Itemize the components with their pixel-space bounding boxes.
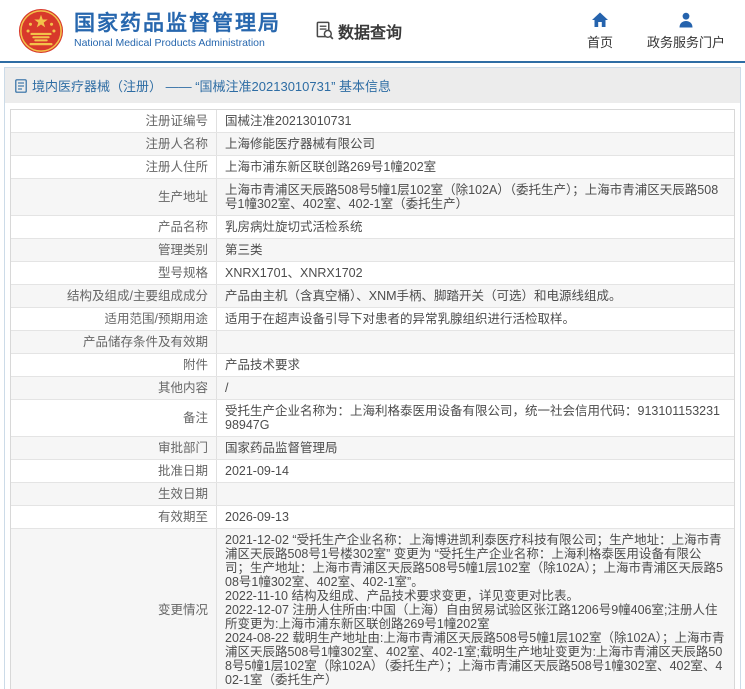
row-value: 上海修能医疗器械有限公司 [216, 133, 734, 155]
row-label: 产品名称 [11, 216, 216, 238]
row-value: 国械注准20213010731 [216, 110, 734, 132]
user-icon [677, 11, 695, 29]
row-label: 审批部门 [11, 437, 216, 459]
row-value: 产品技术要求 [216, 354, 734, 376]
row-value: 上海市浦东新区联创路269号1幢202室 [216, 156, 734, 178]
row-label: 结构及组成/主要组成成分 [11, 285, 216, 307]
breadcrumb-text: 境内医疗器械（注册） —— “国械注准20213010731” 基本信息 [32, 76, 391, 95]
row-label: 产品储存条件及有效期 [11, 331, 216, 353]
agency-title-block: 国家药品监督管理局 National Medical Products Admi… [74, 12, 281, 50]
table-row: 结构及组成/主要组成成分产品由主机（含真空桶）、XNM手柄、脚踏开关（可选）和电… [11, 285, 734, 308]
nav-portal-label: 政务服务门户 [647, 32, 725, 51]
table-row: 产品名称乳房病灶旋切式活检系统 [11, 216, 734, 239]
national-emblem-logo [18, 8, 64, 54]
row-value: XNRX1701、XNRX1702 [216, 262, 734, 284]
row-value: 乳房病灶旋切式活检系统 [216, 216, 734, 238]
content-panel: 境内医疗器械（注册） —— “国械注准20213010731” 基本信息 注册证… [4, 67, 741, 689]
nav-portal[interactable]: 政务服务门户 [647, 11, 725, 51]
row-label: 其他内容 [11, 377, 216, 399]
agency-name-zh: 国家药品监督管理局 [74, 12, 281, 36]
breadcrumb: 境内医疗器械（注册） —— “国械注准20213010731” 基本信息 [5, 68, 740, 103]
registration-info-table: 注册证编号国械注准20213010731 注册人名称上海修能医疗器械有限公司 注… [10, 109, 735, 689]
table-row: 其他内容/ [11, 377, 734, 400]
row-label: 生产地址 [11, 186, 216, 208]
row-label: 注册人名称 [11, 133, 216, 155]
row-value: 产品由主机（含真空桶）、XNM手柄、脚踏开关（可选）和电源线组成。 [216, 285, 734, 307]
row-label: 有效期至 [11, 506, 216, 528]
nav-home-label: 首页 [587, 32, 613, 51]
table-row: 变更情况2021-12-02 “受托生产企业名称：上海博进凯利泰医疗科技有限公司… [11, 529, 734, 689]
row-label: 注册证编号 [11, 110, 216, 132]
row-value [216, 483, 734, 505]
table-row: 管理类别第三类 [11, 239, 734, 262]
header-nav: 首页 政务服务门户 [587, 11, 725, 51]
row-label: 生效日期 [11, 483, 216, 505]
row-label: 备注 [11, 407, 216, 429]
row-label: 批准日期 [11, 460, 216, 482]
table-row: 生产地址上海市青浦区天辰路508号5幢1层102室（除102A）（委托生产）；上… [11, 179, 734, 216]
data-query-icon [315, 21, 334, 40]
nav-home[interactable]: 首页 [587, 11, 613, 51]
table-row: 批准日期2021-09-14 [11, 460, 734, 483]
table-row: 注册证编号国械注准20213010731 [11, 110, 734, 133]
table-row: 注册人住所上海市浦东新区联创路269号1幢202室 [11, 156, 734, 179]
table-row: 注册人名称上海修能医疗器械有限公司 [11, 133, 734, 156]
home-icon [591, 11, 609, 29]
table-row: 产品储存条件及有效期 [11, 331, 734, 354]
row-value: 第三类 [216, 239, 734, 261]
row-label: 适用范围/预期用途 [11, 308, 216, 330]
table-row: 备注受托生产企业名称为：上海利格泰医用设备有限公司，统一社会信用代码：91310… [11, 400, 734, 437]
row-value: 受托生产企业名称为：上海利格泰医用设备有限公司，统一社会信用代码：9131011… [216, 400, 734, 436]
row-value: 国家药品监督管理局 [216, 437, 734, 459]
table-row: 审批部门国家药品监督管理局 [11, 437, 734, 460]
data-query-tab[interactable]: 数据查询 [315, 19, 402, 43]
table-row: 附件产品技术要求 [11, 354, 734, 377]
row-value [216, 331, 734, 353]
row-label: 型号规格 [11, 262, 216, 284]
row-value: 2026-09-13 [216, 506, 734, 528]
row-label: 变更情况 [11, 599, 216, 621]
row-value: 2021-12-02 “受托生产企业名称：上海博进凯利泰医疗科技有限公司；生产地… [216, 529, 734, 689]
table-row: 有效期至2026-09-13 [11, 506, 734, 529]
table-row: 型号规格XNRX1701、XNRX1702 [11, 262, 734, 285]
table-row: 适用范围/预期用途适用于在超声设备引导下对患者的异常乳腺组织进行活检取样。 [11, 308, 734, 331]
row-value: / [216, 377, 734, 399]
data-query-label: 数据查询 [338, 19, 402, 43]
row-label: 管理类别 [11, 239, 216, 261]
agency-name-en: National Medical Products Administration [74, 37, 281, 50]
row-value: 2021-09-14 [216, 460, 734, 482]
row-label: 附件 [11, 354, 216, 376]
page-header: 国家药品监督管理局 National Medical Products Admi… [0, 0, 745, 63]
row-value: 适用于在超声设备引导下对患者的异常乳腺组织进行活检取样。 [216, 308, 734, 330]
table-row: 生效日期 [11, 483, 734, 506]
document-icon [15, 79, 27, 93]
row-value: 上海市青浦区天辰路508号5幢1层102室（除102A）（委托生产）；上海市青浦… [216, 179, 734, 215]
row-label: 注册人住所 [11, 156, 216, 178]
